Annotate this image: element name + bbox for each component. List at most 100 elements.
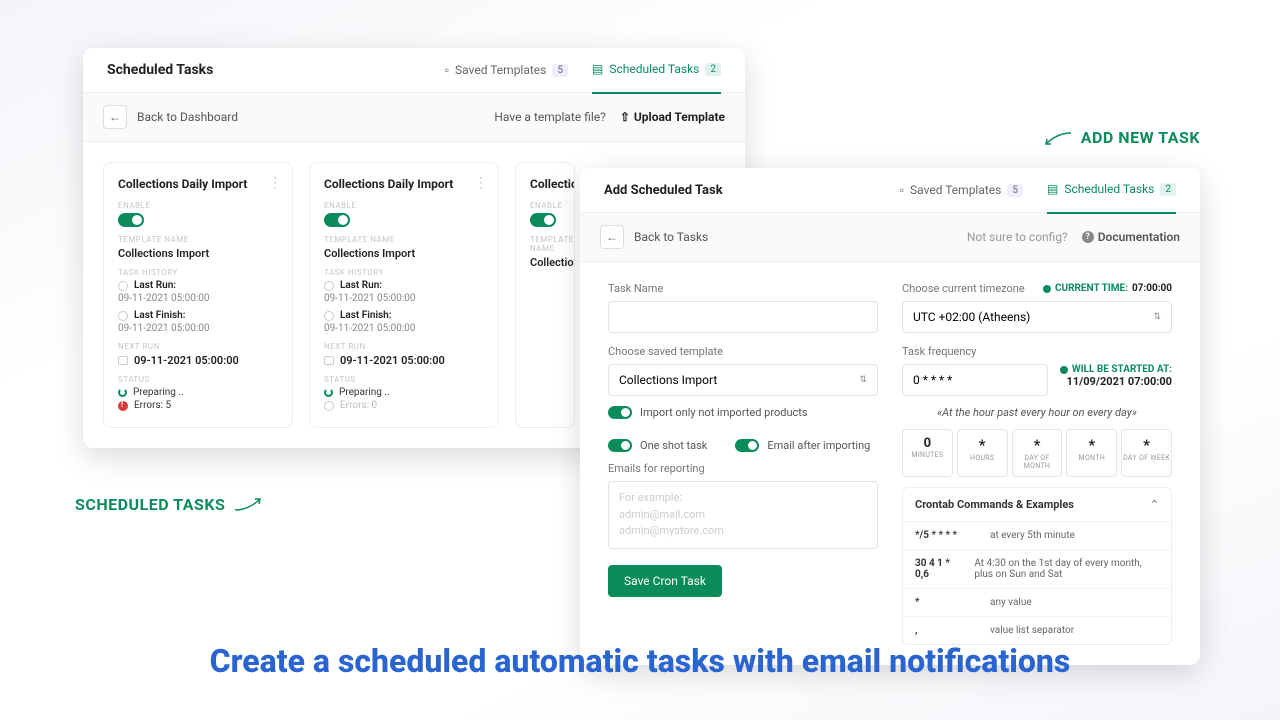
- emails-textarea[interactable]: For example: admin@mail.com admin@mystor…: [608, 481, 878, 549]
- crontab-example-row: */5 * * * *at every 5th minute: [903, 521, 1171, 549]
- have-template-text: Have a template file?: [494, 110, 605, 124]
- panel1-title: Scheduled Tasks: [107, 62, 213, 78]
- next-run-value: 09-11-2021 05:00:00: [340, 354, 445, 367]
- last-finish-label: Last Finish:: [340, 310, 392, 321]
- enable-toggle[interactable]: [530, 213, 556, 227]
- status-errors: Errors: 0: [340, 400, 377, 411]
- cron-value: *: [1013, 436, 1062, 454]
- save-cron-task-button[interactable]: Save Cron Task: [608, 565, 722, 597]
- cron-value: 0: [903, 436, 952, 451]
- cron-day-of-month[interactable]: *DAY OF MONTH: [1012, 429, 1063, 477]
- chevron-down-icon: ⇅: [1153, 312, 1161, 322]
- clock-icon: [118, 311, 128, 321]
- cron-day-of-week[interactable]: *DAY OF WEEK: [1121, 429, 1172, 477]
- timezone-select[interactable]: UTC +02:00 (Atheens) ⇅: [902, 301, 1172, 333]
- cron-month[interactable]: *MONTH: [1066, 429, 1117, 477]
- back-to-dashboard-button[interactable]: ← Back to Dashboard: [103, 105, 238, 129]
- callout-text: ADD NEW TASK: [1081, 128, 1200, 147]
- import-only-toggle[interactable]: [608, 406, 632, 419]
- email-after-toggle[interactable]: [735, 439, 759, 452]
- chevron-up-icon: ⌃: [1150, 498, 1159, 511]
- next-run-value: 09-11-2021 05:00:00: [134, 354, 239, 367]
- scheduled-tasks-callout: SCHEDULED TASKS: [75, 495, 263, 514]
- status-errors: Errors: 5: [134, 400, 171, 411]
- clock-icon: [118, 281, 128, 291]
- not-sure-text: Not sure to config?: [967, 230, 1068, 244]
- template-select[interactable]: Collections Import ⇅: [608, 364, 878, 396]
- template-name-label: TEMPLATE NAME: [118, 235, 278, 244]
- calendar-icon: ▤: [1047, 182, 1058, 196]
- accordion-header[interactable]: Crontab Commands & Examples ⌃: [903, 488, 1171, 521]
- enable-toggle[interactable]: [118, 213, 144, 227]
- template-name-label: TEMPLATE NAME: [530, 235, 560, 253]
- import-only-toggle-row: Import only not imported products: [608, 406, 878, 419]
- cron-unit: DAY OF WEEK: [1122, 454, 1171, 462]
- cron-expr: 30 4 1 * 0,6: [915, 558, 954, 580]
- cron-grid: 0MINUTES *HOURS *DAY OF MONTH *MONTH *DA…: [902, 429, 1172, 477]
- tab-scheduled-tasks[interactable]: ▤ Scheduled Tasks 2: [1047, 182, 1176, 214]
- next-run-label: NEXT RUN: [118, 342, 278, 351]
- email-after-label: Email after importing: [767, 439, 870, 452]
- cron-unit: HOURS: [958, 454, 1007, 462]
- panel2-header: Add Scheduled Task ▫ Saved Templates 5 ▤…: [580, 168, 1200, 213]
- form-body: Task Name Choose saved template Collecti…: [580, 262, 1200, 665]
- help-icon: ?: [1082, 231, 1094, 243]
- upload-template-area: Have a template file? ⇧ Upload Template: [494, 110, 725, 124]
- add-new-task-callout: ADD NEW TASK: [1043, 128, 1200, 147]
- cron-desc: at every 5th minute: [990, 530, 1075, 541]
- cron-expr: ,: [915, 625, 970, 636]
- tab-label: Saved Templates: [455, 63, 546, 77]
- last-run-label: Last Run:: [134, 280, 176, 291]
- current-time-value: 07:00:00: [1132, 283, 1172, 294]
- callout-text: SCHEDULED TASKS: [75, 495, 225, 514]
- arrow-icon: [233, 496, 263, 514]
- start-value: 11/09/2021 07:00:00: [1060, 375, 1172, 388]
- one-shot-toggle[interactable]: [608, 439, 632, 452]
- tab-scheduled-tasks[interactable]: ▤ Scheduled Tasks 2: [592, 62, 721, 94]
- documentation-area: Not sure to config? ? Documentation: [967, 230, 1180, 244]
- template-name-value: Collections Import: [324, 247, 484, 260]
- tab-saved-templates[interactable]: ▫ Saved Templates 5: [445, 62, 568, 94]
- form-right-column: Choose current timezone CURRENT TIME: 07…: [902, 282, 1172, 645]
- upload-template-button[interactable]: ⇧ Upload Template: [620, 110, 725, 124]
- tab-badge: 5: [552, 64, 568, 77]
- last-run-value: 09-11-2021 05:00:00: [118, 293, 278, 304]
- enable-label: ENABLE: [324, 201, 484, 210]
- enable-toggle[interactable]: [324, 213, 350, 227]
- calendar-icon: [324, 356, 334, 365]
- tab-badge: 2: [1160, 183, 1176, 196]
- import-only-label: Import only not imported products: [640, 406, 808, 419]
- arrow-left-icon: ←: [103, 105, 127, 129]
- one-shot-label: One shot task: [640, 439, 707, 452]
- last-finish-value: 09-11-2021 05:00:00: [118, 323, 278, 334]
- card-title: Collections Daily Import: [118, 177, 278, 191]
- card-title: Collections Daily Import: [324, 177, 484, 191]
- accordion-title: Crontab Commands & Examples: [915, 498, 1074, 511]
- panel2-title: Add Scheduled Task: [604, 183, 723, 198]
- dot-icon: [1043, 285, 1051, 293]
- start-time-note: WILL BE STARTED AT: 11/09/2021 07:00:00: [1060, 364, 1172, 388]
- cron-hours[interactable]: *HOURS: [957, 429, 1008, 477]
- documentation-link[interactable]: ? Documentation: [1082, 230, 1180, 244]
- template-name-value: Collections Import: [530, 256, 560, 269]
- cron-unit: MINUTES: [903, 451, 952, 459]
- cron-value: *: [1122, 436, 1171, 454]
- back-to-tasks-button[interactable]: ← Back to Tasks: [600, 225, 708, 249]
- task-card: Collections Daily Import ENABLE TEMPLATE…: [515, 162, 575, 428]
- panel1-subheader: ← Back to Dashboard Have a template file…: [83, 93, 745, 142]
- task-name-input[interactable]: [608, 301, 878, 333]
- frequency-input[interactable]: [902, 364, 1048, 396]
- start-label: WILL BE STARTED AT:: [1072, 364, 1172, 375]
- cron-value: *: [958, 436, 1007, 454]
- crontab-example-row: *any value: [903, 588, 1171, 616]
- last-run-value: 09-11-2021 05:00:00: [324, 293, 484, 304]
- cron-minutes[interactable]: 0MINUTES: [902, 429, 953, 477]
- tab-label: Saved Templates: [910, 183, 1001, 197]
- status-preparing: Preparing ..: [339, 387, 390, 398]
- more-icon[interactable]: ⋮: [268, 175, 282, 191]
- info-icon: [324, 401, 334, 411]
- tab-badge: 5: [1007, 184, 1023, 197]
- upload-label: Upload Template: [634, 110, 725, 124]
- tab-saved-templates[interactable]: ▫ Saved Templates 5: [900, 182, 1023, 214]
- more-icon[interactable]: ⋮: [474, 175, 488, 191]
